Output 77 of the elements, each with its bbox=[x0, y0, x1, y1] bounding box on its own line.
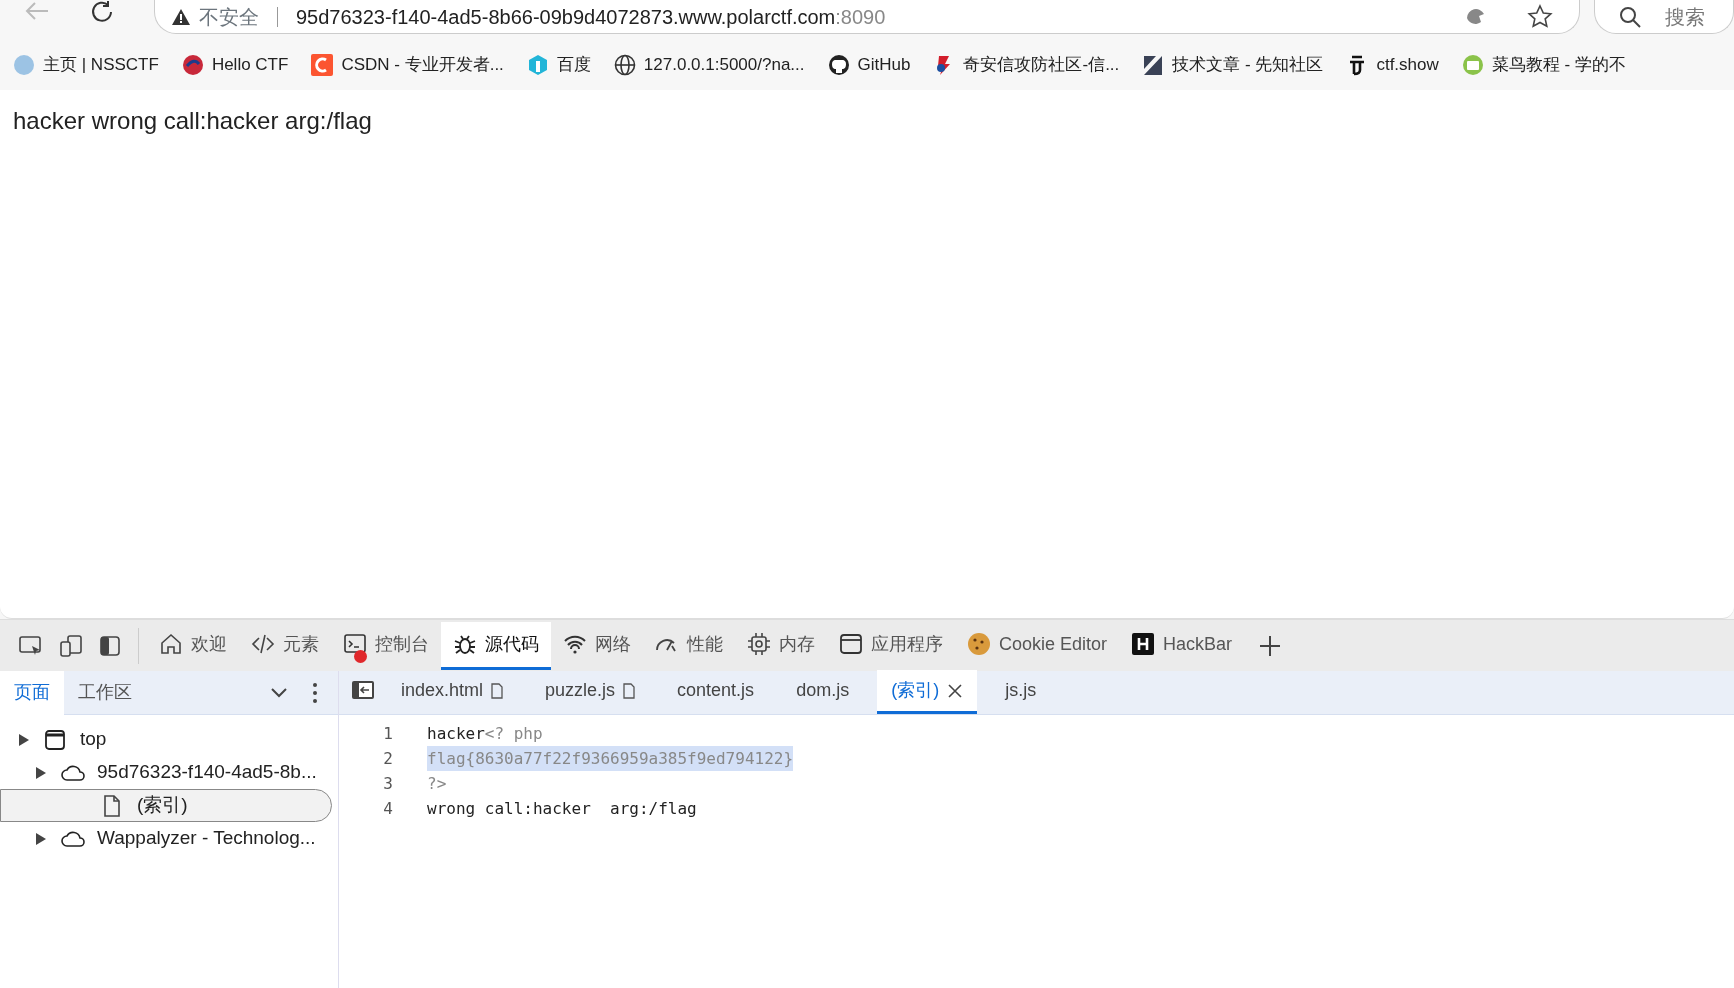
code-line: wrong call:hacker arg:/flag bbox=[427, 798, 697, 820]
favicon-icon bbox=[827, 54, 850, 76]
device-icon[interactable] bbox=[58, 633, 82, 658]
favicon-icon bbox=[13, 54, 35, 76]
favicon-icon bbox=[613, 54, 636, 76]
bookmark[interactable]: GitHub bbox=[827, 52, 911, 78]
star-icon[interactable] bbox=[1527, 3, 1553, 30]
search-icon bbox=[1619, 5, 1641, 28]
devtools-tab[interactable]: 性能 bbox=[643, 621, 735, 670]
devtools-tab[interactable]: 内存 bbox=[735, 621, 827, 670]
search-field[interactable]: 搜索 bbox=[1594, 0, 1734, 34]
devtools-tab[interactable]: 网络 bbox=[551, 621, 643, 670]
editor-tab[interactable]: (索引) bbox=[877, 670, 978, 714]
favicon-icon bbox=[1461, 54, 1484, 76]
url-text: 95d76323-f140-4ad5-8b66-09b9d4072873.www.polarctf.com:8090 bbox=[296, 4, 886, 30]
devtools-tab[interactable]: HackBar bbox=[1119, 621, 1245, 670]
devtools-tab[interactable]: 元素 bbox=[239, 621, 331, 670]
expand-triangle-icon bbox=[19, 733, 29, 746]
bookmark[interactable]: 百度 bbox=[526, 52, 591, 78]
window-icon bbox=[839, 632, 863, 656]
line-number: 4 bbox=[382, 798, 393, 820]
line-number: 2 bbox=[382, 748, 393, 770]
editor-tab[interactable]: js.js bbox=[991, 670, 1051, 714]
bookmark[interactable]: 主页 | NSSCTF bbox=[13, 52, 159, 78]
tree-item[interactable]: top bbox=[0, 723, 332, 756]
editor-tab[interactable]: dom.js bbox=[782, 670, 864, 714]
bookmark[interactable]: 技术文章 - 先知社区 bbox=[1142, 52, 1324, 78]
devtools-tab[interactable]: Cookie Editor bbox=[955, 621, 1120, 670]
devtools-tab[interactable]: 源代码 bbox=[441, 621, 551, 670]
toggle-sidebar-icon[interactable] bbox=[351, 680, 375, 700]
expand-triangle-icon bbox=[36, 832, 46, 845]
favicon-icon bbox=[311, 54, 334, 76]
editor-tab[interactable]: index.html bbox=[387, 670, 518, 714]
bookmark[interactable]: 127.0.0.1:5000/?na... bbox=[613, 52, 805, 78]
line-number: 1 bbox=[382, 723, 393, 745]
devtools-tab[interactable]: 欢迎 bbox=[147, 621, 239, 670]
favicon-icon bbox=[1142, 54, 1165, 76]
warning-icon bbox=[171, 7, 191, 26]
expand-triangle-icon bbox=[36, 766, 46, 779]
search-placeholder: 搜索 bbox=[1665, 4, 1705, 30]
bookmark[interactable]: CSDN - 专业开发者... bbox=[311, 52, 504, 78]
console-icon bbox=[343, 632, 367, 656]
more-icon[interactable] bbox=[312, 681, 318, 704]
file-icon bbox=[623, 682, 636, 699]
favicon-icon bbox=[181, 54, 204, 76]
home-icon bbox=[159, 632, 183, 656]
tree-item[interactable]: Wappalyzer - Technolog... bbox=[0, 822, 332, 855]
chevron-down-icon[interactable] bbox=[270, 686, 288, 699]
address-bar[interactable]: 不安全 95d76323-f140-4ad5-8b66-09b9d4072873.www.polarctf.com:8090 bbox=[154, 0, 1580, 34]
page-text: hacker wrong call:hacker arg:/flag bbox=[12, 106, 373, 136]
devtools-tab[interactable]: 控制台 bbox=[331, 621, 441, 670]
cookie-icon bbox=[967, 632, 991, 656]
code-line: hacker<? php bbox=[427, 723, 543, 745]
frame-icon bbox=[44, 728, 68, 751]
editor-tab[interactable]: puzzle.js bbox=[531, 670, 650, 714]
file-icon bbox=[491, 682, 504, 699]
tree-item[interactable]: 95d76323-f140-4ad5-8b... bbox=[0, 756, 332, 789]
line-number: 3 bbox=[382, 773, 393, 795]
h-logo-icon bbox=[1131, 632, 1156, 656]
chip-icon bbox=[747, 632, 771, 656]
close-icon[interactable] bbox=[947, 682, 964, 699]
panel-layout-icon[interactable] bbox=[98, 633, 122, 658]
bookmark[interactable]: 奇安信攻防社区-信... bbox=[933, 52, 1120, 78]
tree-item[interactable]: (索引) bbox=[0, 789, 332, 822]
error-badge bbox=[354, 649, 367, 663]
add-icon[interactable] bbox=[1258, 633, 1283, 658]
devtools-tab[interactable]: 应用程序 bbox=[827, 621, 955, 670]
navigator-tab[interactable]: 页面 bbox=[0, 670, 64, 715]
bookmark[interactable]: Hello CTF bbox=[181, 52, 289, 78]
editor-tab[interactable]: content.js bbox=[663, 670, 769, 714]
bookmark[interactable]: ctf.show bbox=[1346, 52, 1439, 78]
code-line: ?> bbox=[427, 773, 447, 795]
navigator-tab[interactable]: 工作区 bbox=[64, 670, 146, 715]
bookmark[interactable]: 菜鸟教程 - 学的不 bbox=[1461, 52, 1626, 78]
favicon-icon bbox=[526, 54, 549, 76]
security-label: 不安全 bbox=[199, 4, 259, 30]
code-icon bbox=[251, 632, 275, 656]
